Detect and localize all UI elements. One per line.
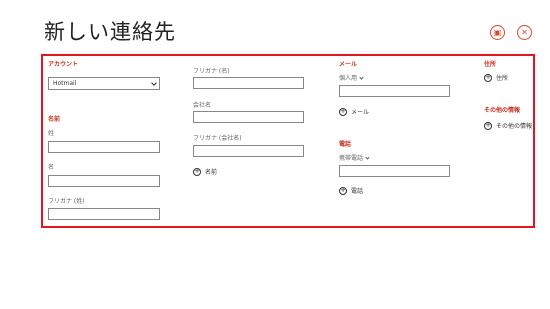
company-field[interactable] [193,111,304,123]
address-section-label: 住所 [484,61,497,68]
phone-section-label: 電話 [339,141,352,148]
first-name-field[interactable] [48,175,160,187]
add-address-button[interactable]: + 住所 [484,73,508,82]
plus-icon: + [339,186,347,195]
add-email-button[interactable]: + メール [339,107,369,116]
email-field[interactable] [339,85,450,97]
email-type-dropdown[interactable]: 個人用 [339,73,364,82]
phone-field[interactable] [339,165,450,177]
add-name-label: 名前 [205,169,218,176]
first-name-label: 名 [48,164,55,171]
chevron-down-icon [359,75,364,80]
furigana-company-label: フリガナ (会社名) [193,135,242,142]
add-phone-button[interactable]: + 電話 [339,186,363,195]
page-title: 新しい連絡先 [44,20,176,44]
plus-icon: + [484,121,492,130]
furigana-first-field[interactable] [193,77,304,89]
add-email-label: メール [351,109,370,116]
furigana-company-field[interactable] [193,145,304,157]
furigana-first-label: フリガナ (名) [193,68,230,75]
chevron-down-icon [365,155,370,160]
last-name-field[interactable] [48,141,160,153]
save-button[interactable]: ▣ [490,25,505,40]
add-other-info-button[interactable]: + その他の情報 [484,121,532,130]
email-type-label: 個人用 [339,75,358,82]
add-phone-label: 電話 [351,188,364,195]
add-other-info-label: その他の情報 [496,123,533,130]
company-label: 会社名 [193,102,212,109]
other-info-section-label: その他の情報 [484,107,521,114]
add-address-label: 住所 [496,75,509,82]
account-select[interactable]: Hotmail [48,77,160,90]
add-name-button[interactable]: + 名前 [193,167,217,176]
plus-icon: + [193,167,201,176]
last-name-label: 姓 [48,130,55,137]
phone-type-label: 携帯電話 [339,155,364,162]
account-select-value: Hotmail [53,80,77,87]
furigana-last-label: フリガナ (姓) [48,198,85,205]
close-button[interactable]: ✕ [517,25,532,40]
email-section-label: メール [339,61,358,68]
phone-type-dropdown[interactable]: 携帯電話 [339,153,370,162]
save-icon: ▣ [493,27,502,37]
plus-icon: + [339,107,347,116]
chevron-down-icon [151,80,157,86]
name-section-label: 名前 [48,116,61,123]
plus-icon: + [484,73,492,82]
close-icon: ✕ [521,27,528,37]
furigana-last-field[interactable] [48,208,160,220]
account-section-label: アカウント [48,61,79,68]
